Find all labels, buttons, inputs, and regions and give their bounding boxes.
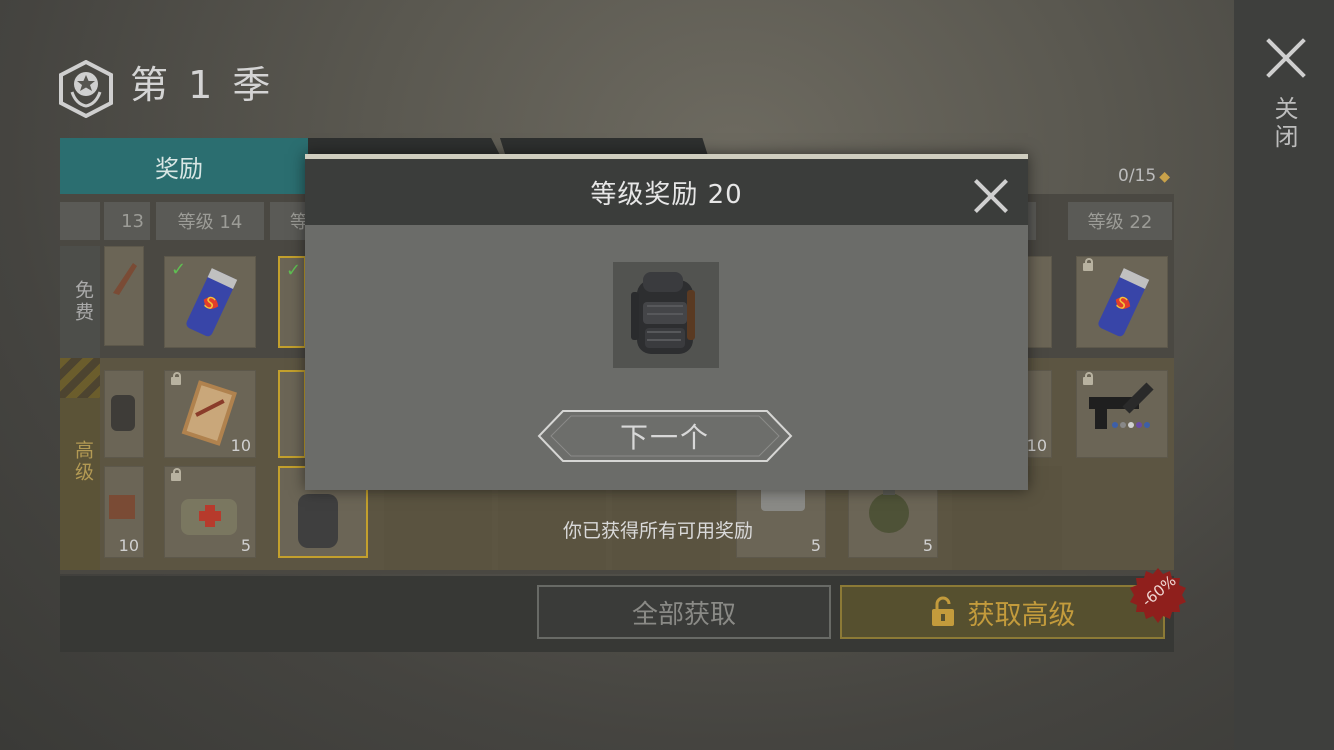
season-emblem-icon xyxy=(59,60,113,118)
get-premium-label: 获取高级 xyxy=(967,599,1076,631)
level-13: 13 xyxy=(104,202,150,240)
brick-icon xyxy=(109,495,135,519)
quantity: 5 xyxy=(810,536,821,555)
quantity: 10 xyxy=(1026,436,1047,455)
reward-21-free[interactable] xyxy=(1026,256,1052,348)
reward-14-free[interactable]: ✓ S xyxy=(164,256,256,348)
level-cell-blank xyxy=(60,202,100,240)
reward-13-premium-2[interactable]: 10 xyxy=(104,466,144,558)
free-row-label: 免费 xyxy=(60,246,100,358)
progress-counter: 0/15 ◆ xyxy=(1118,166,1170,186)
reward-15-premium-1[interactable] xyxy=(278,370,306,458)
close-icon[interactable] xyxy=(1262,34,1310,82)
free-label: 免费 xyxy=(72,280,94,324)
claim-all-button[interactable]: 全部获取 xyxy=(537,585,831,639)
reward-14-premium-1[interactable]: 10 xyxy=(164,370,256,458)
progress-text: 0/15 xyxy=(1118,166,1157,186)
reward-22-premium-1[interactable] xyxy=(1076,370,1168,458)
reward-13-premium-1[interactable] xyxy=(104,370,144,458)
reward-14-premium-2[interactable]: 5 xyxy=(164,466,256,558)
modal-close-icon[interactable] xyxy=(973,178,1009,214)
level-reward-modal: 等级奖励 20 下一个 xyxy=(305,154,1028,490)
premium-stripe xyxy=(60,358,100,398)
backpack-icon xyxy=(298,494,338,548)
energy-drink-icon: S xyxy=(186,268,238,337)
check-icon: ✓ xyxy=(286,260,302,281)
backpack-icon xyxy=(631,272,695,354)
tab-rewards-label: 奖励 xyxy=(155,154,203,183)
pistol-icon xyxy=(1089,382,1154,429)
unlock-icon xyxy=(931,596,954,626)
quantity: 5 xyxy=(922,536,933,555)
vest-icon xyxy=(111,395,135,431)
reward-21-premium-1[interactable]: 10 xyxy=(1026,370,1052,458)
reward-15-free[interactable]: ✓ xyxy=(278,256,306,348)
season-title: 第 1 季 xyxy=(130,63,275,107)
quantity: 10 xyxy=(230,436,251,455)
level-21 xyxy=(1028,202,1036,240)
quantity: 5 xyxy=(240,536,251,555)
level-22: 等级 22 xyxy=(1068,202,1172,240)
reward-item xyxy=(613,262,719,368)
all-claimed-message: 你已获得所有可用奖励 xyxy=(563,520,754,542)
knife-icon xyxy=(113,263,137,295)
diamond-icon: ◆ xyxy=(1159,169,1170,185)
tab-rewards[interactable]: 奖励 xyxy=(60,138,308,194)
level-14: 等级 14 xyxy=(156,202,264,240)
modal-title: 等级奖励 20 xyxy=(590,179,743,210)
quantity: 10 xyxy=(118,536,139,555)
get-premium-button[interactable]: 获取高级 xyxy=(840,585,1165,639)
close-label[interactable]: 关闭 xyxy=(1270,96,1302,152)
premium-label: 高级 xyxy=(72,440,94,484)
reward-22-free[interactable]: S xyxy=(1076,256,1168,348)
medkit-bag-icon xyxy=(181,499,237,535)
energy-drink-icon: S xyxy=(1098,268,1150,337)
next-button-label: 下一个 xyxy=(619,421,710,454)
reward-13-free[interactable] xyxy=(104,246,144,346)
lock-icon xyxy=(171,468,181,481)
lock-icon xyxy=(1083,258,1093,271)
